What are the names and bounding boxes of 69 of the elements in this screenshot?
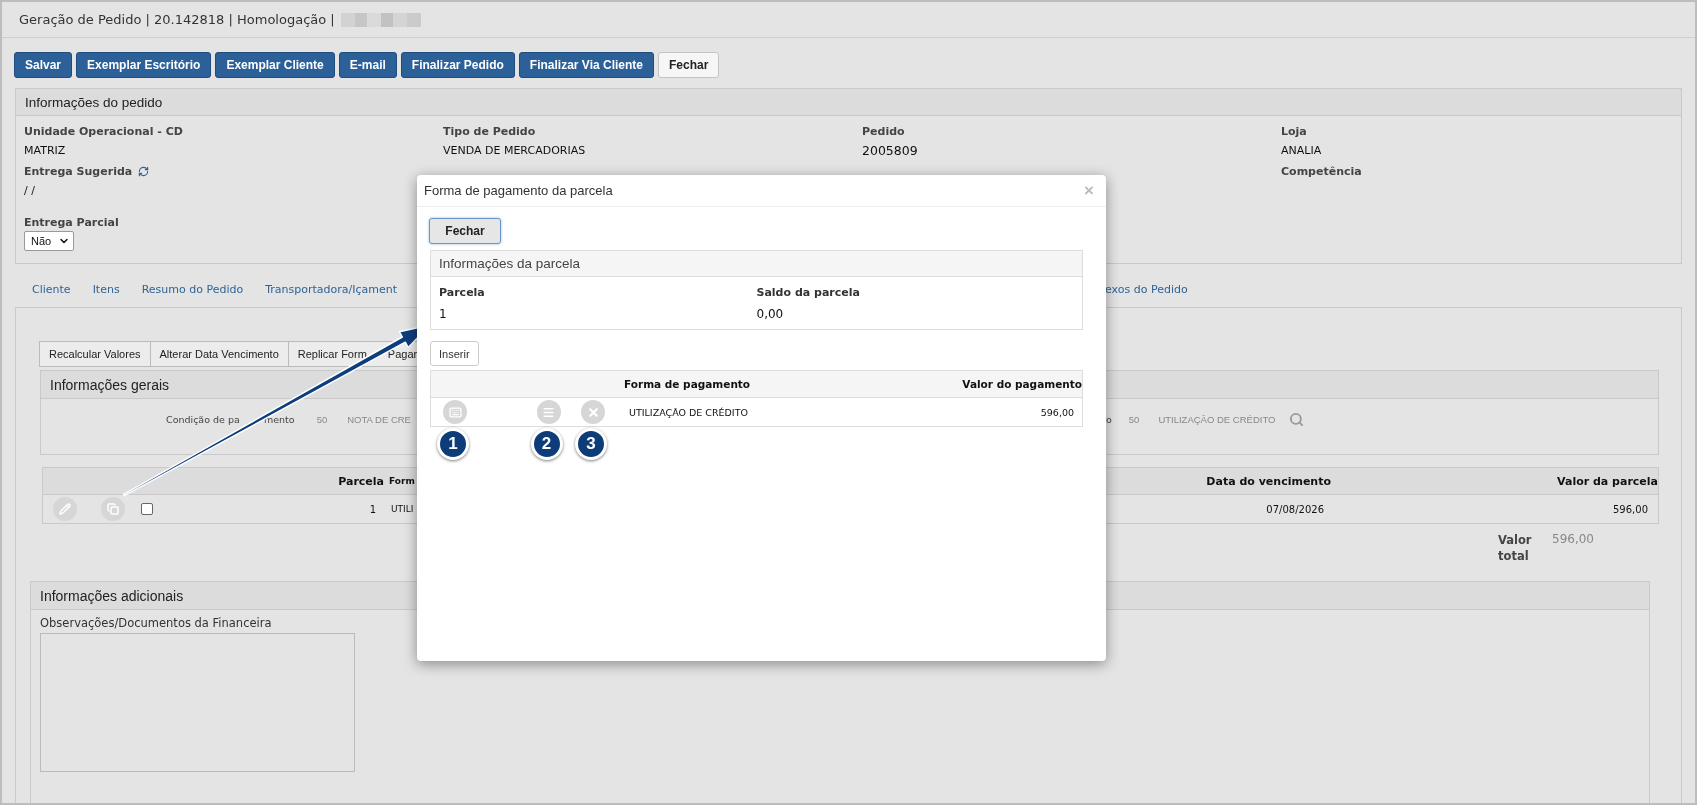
field-value: 50	[1128, 414, 1140, 425]
field-value: ANALIA	[1281, 142, 1323, 159]
close-button[interactable]: Fechar	[429, 218, 501, 244]
column-header: Valor da parcela	[1556, 474, 1658, 488]
field-value: MATRIZ	[24, 142, 67, 159]
toolbar-button[interactable]: Salvar	[14, 52, 73, 78]
field-label: Loja	[1281, 124, 1308, 140]
column-header: Valor do pagamento	[961, 378, 1082, 390]
keyboard-icon[interactable]	[443, 400, 467, 424]
column-header: Forma de pagamento	[623, 378, 752, 390]
table-cell-text: 596,00	[1612, 503, 1649, 515]
panel-title: Informações do pedido	[16, 89, 1681, 116]
field-label: Entrega Parcial	[24, 215, 120, 231]
field-label: Condição de pa	[166, 414, 241, 425]
total-value: 596,00	[1552, 532, 1594, 548]
action-button[interactable]: Recalcular Valores	[39, 341, 151, 367]
toolbar-button[interactable]: Exemplar Escritório	[76, 52, 212, 78]
tab-link[interactable]: Itens	[92, 283, 120, 299]
window-title: Geração de Pedido | 20.142818 | Homologação |	[19, 12, 335, 27]
notes-field[interactable]	[40, 633, 355, 772]
tab-link[interactable]: Resumo do Pedido	[141, 283, 244, 299]
field-label: Unidade Operacional - CD	[24, 124, 184, 140]
tab-link[interactable]: Transportadora/Içament	[265, 283, 398, 299]
field-value: 2005809	[862, 141, 919, 160]
field-label: Parcela	[439, 285, 486, 301]
field-label: o	[1106, 414, 1112, 425]
toolbar-button[interactable]: Fechar	[658, 52, 720, 78]
tab-link[interactable]: Cliente	[32, 283, 71, 299]
field-value: 1	[439, 306, 448, 323]
row-checkbox[interactable]	[141, 503, 153, 515]
table-cell-text: UTILI	[390, 504, 415, 514]
field-value: 50	[316, 414, 328, 425]
field-label: mento	[264, 414, 295, 425]
field-value: 0,00	[756, 306, 785, 323]
action-button[interactable]: Alterar Data Vencimento	[149, 341, 289, 367]
column-header: Parcela	[337, 474, 385, 488]
table-cell-text: 07/08/2026	[1265, 503, 1325, 515]
field-value: UTILIZAÇÃO DE CRÉDITO	[1158, 414, 1276, 425]
toolbar-button[interactable]: Finalizar Via Cliente	[518, 52, 654, 78]
toolbar-button[interactable]: E-mail	[338, 52, 397, 78]
column-header: Data do vencimento	[1205, 474, 1331, 488]
field-label: Entrega Sugerida	[24, 164, 133, 180]
panel-title: Informações da parcela	[431, 251, 1082, 277]
column-header: Form	[388, 476, 416, 486]
delete-icon[interactable]	[581, 400, 605, 424]
field-value: VENDA DE MERCADORIAS	[443, 142, 587, 159]
field-value: NOTA DE CRE	[347, 414, 411, 425]
search-icon[interactable]	[1289, 412, 1305, 427]
table-cell-text: UTILIZAÇÃO DE CRÉDITO	[628, 406, 749, 418]
toolbar-button[interactable]: Exemplar Cliente	[215, 52, 335, 78]
copy-icon[interactable]	[101, 497, 125, 521]
table-cell-text: 596,00	[1039, 406, 1075, 418]
field-label: Saldo da parcela	[756, 285, 861, 301]
tab-link[interactable]: exos do Pedido	[1105, 283, 1188, 299]
field-label: Pedido	[862, 124, 906, 140]
dialog-title: Forma de pagamento da parcela	[424, 183, 613, 198]
step-marker: 3	[575, 428, 607, 460]
list-icon[interactable]	[536, 400, 561, 424]
field-label: Competência	[1281, 164, 1363, 180]
insert-button[interactable]: Inserir	[430, 341, 479, 366]
partial-delivery-select[interactable]: Não	[24, 231, 74, 251]
step-marker: 1	[437, 428, 469, 460]
field-label: Tipo de Pedido	[443, 124, 537, 140]
refresh-icon[interactable]	[138, 166, 150, 177]
edit-icon[interactable]	[53, 497, 77, 521]
field-label: Observações/Documentos da Financeira	[40, 616, 273, 630]
table-cell-text: 1	[368, 503, 377, 515]
toolbar-button[interactable]: Finalizar Pedido	[400, 52, 515, 78]
total-label: Valor total	[1498, 532, 1533, 564]
